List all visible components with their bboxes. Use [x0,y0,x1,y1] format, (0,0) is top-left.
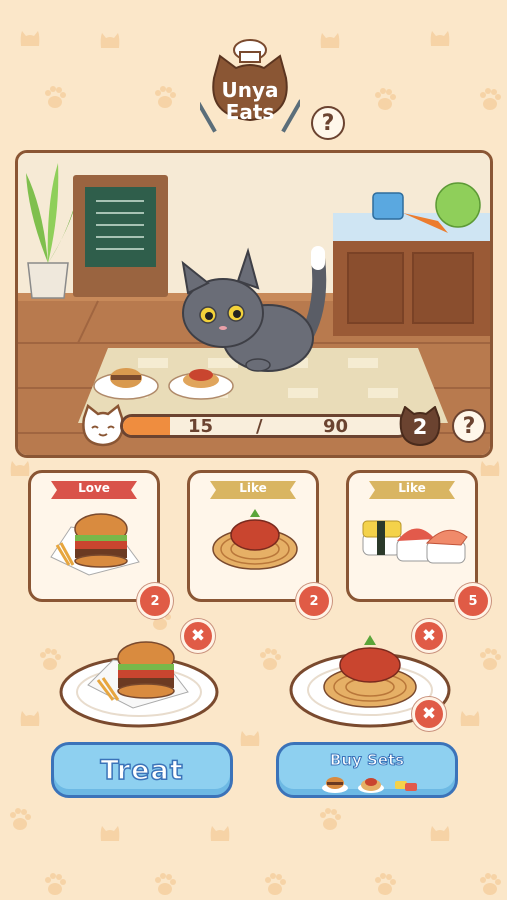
food-set-icon [322,777,417,793]
remove-burger-button[interactable]: ✖ [181,619,215,653]
cat-level-number: 2 [412,415,428,439]
question-mark-icon: ? [462,413,476,439]
food-preference-card-sushi[interactable]: Like 5 [346,470,491,619]
logo-line-2: Eats [225,100,275,124]
ribbon-label-like: Like [239,481,267,495]
close-icon: ✖ [421,626,437,646]
food-preference-card-burger[interactable]: Love 2 [28,470,173,619]
progress-fill [123,417,171,435]
food-count-badge: 5 [455,583,491,619]
buy-sets-button[interactable]: Buy Sets [276,742,458,798]
help-button-top[interactable]: ? [311,106,345,140]
close-icon: ✖ [421,704,437,724]
sushi-icon [362,520,468,564]
food-preference-card-spaghetti[interactable]: Like 2 [187,470,332,619]
progress-separator: / [256,416,263,437]
food-count-badge: 2 [137,583,173,619]
treat-button[interactable]: Treat [51,742,233,798]
like-ribbon: Like [210,477,296,499]
remove-all-button[interactable]: ✖ [412,697,446,731]
buy-sets-label: Buy Sets [329,751,405,770]
spaghetti-icon [212,509,298,570]
unya-eats-logo: Unya Eats [195,38,303,143]
logo-line-1: Unya [221,78,279,102]
help-button-progress[interactable]: ? [452,409,486,443]
ribbon-label-like: Like [398,481,426,495]
progress-goal: 90 [323,416,349,437]
treat-button-label: Treat [100,754,184,787]
love-ribbon: Love [51,477,137,499]
cat-level-badge: 2 [398,405,442,447]
tray-plate-burger[interactable] [58,640,220,730]
close-icon: ✖ [190,626,206,646]
progress-current: 15 [188,416,214,437]
affection-progress-bar: 15 / 90 [120,414,410,438]
ribbon-label-love: Love [78,481,110,495]
like-ribbon: Like [369,477,455,499]
remove-spaghetti-button[interactable]: ✖ [412,619,446,653]
burger-icon [50,513,140,576]
question-mark-icon: ? [321,110,335,136]
food-count-badge: 2 [296,583,332,619]
